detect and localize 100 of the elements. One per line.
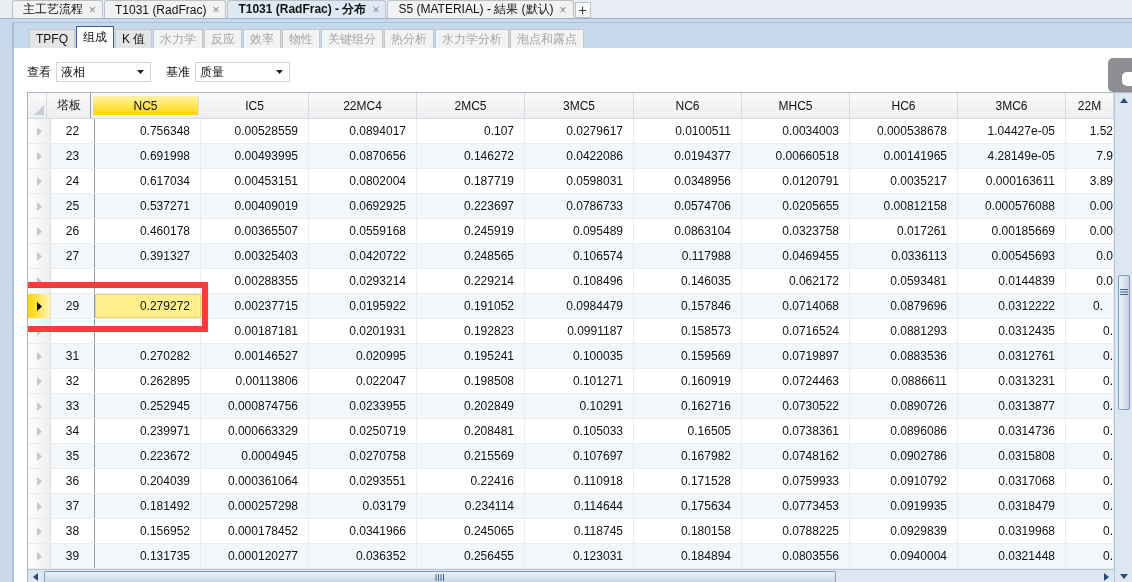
field-label: 查看 bbox=[27, 63, 51, 81]
table-cell: 0.00113806 bbox=[201, 369, 309, 393]
table-cell: 0.0312435 bbox=[958, 319, 1066, 343]
floating-widget-icon[interactable] bbox=[1108, 58, 1132, 92]
table-cell: 0.0919935 bbox=[850, 494, 958, 518]
table-cell: 0.0902786 bbox=[850, 444, 958, 468]
table-cell: 0.248565 bbox=[417, 244, 525, 268]
table-cell: 0.00325403 bbox=[201, 244, 309, 268]
dropdown[interactable]: 液相 bbox=[56, 62, 151, 82]
table-cell: 0.157846 bbox=[634, 294, 742, 318]
scroll-left-icon[interactable] bbox=[32, 572, 40, 582]
table-cell: 0.0323758 bbox=[742, 219, 850, 243]
horizontal-scrollbar[interactable] bbox=[28, 569, 1114, 582]
table-cell: 0.0319968 bbox=[958, 519, 1066, 543]
table-cell: 0.0716524 bbox=[742, 319, 850, 343]
table-cell: 0.0034003 bbox=[742, 119, 850, 143]
table-cell: 0.16505 bbox=[634, 419, 742, 443]
table-cell: 0.0100511 bbox=[634, 119, 742, 143]
table-cell: 0.110918 bbox=[525, 469, 634, 493]
table-cell: 0.0348956 bbox=[634, 169, 742, 193]
table-cell: 0.391327 bbox=[95, 244, 201, 268]
table-cell: 0.0004945 bbox=[201, 444, 309, 468]
table-cell: 0.00237715 bbox=[201, 294, 309, 318]
document-tab[interactable]: T1031 (RadFrac) - 分布 × bbox=[227, 0, 387, 18]
table-cell: 0.204039 bbox=[95, 469, 201, 493]
table-cell: 0.0422086 bbox=[525, 144, 634, 168]
row-header[interactable] bbox=[28, 294, 51, 318]
add-tab-button[interactable]: + bbox=[574, 2, 591, 18]
table-cell: 0.0940004 bbox=[850, 544, 958, 568]
table-cell: 0.181492 bbox=[95, 494, 201, 518]
table-cell: 0.00528559 bbox=[201, 119, 309, 143]
table-cell: 0.175634 bbox=[634, 494, 742, 518]
column-header[interactable]: NC5 bbox=[93, 96, 199, 115]
table-cell: 0.0195922 bbox=[309, 294, 417, 318]
column-header[interactable]: 22MC4 bbox=[309, 93, 417, 118]
table-cell: 0.0890726 bbox=[850, 394, 958, 418]
column-header[interactable]: HC6 bbox=[850, 93, 958, 118]
table-cell: 0.229214 bbox=[417, 269, 525, 293]
row-pointer-icon bbox=[36, 451, 42, 461]
table-cell: 0.000120277 bbox=[201, 544, 309, 568]
caret-icon bbox=[137, 70, 144, 74]
table-cell: 0.0730522 bbox=[742, 394, 850, 418]
table-cell: 0.0420722 bbox=[309, 244, 417, 268]
column-header[interactable]: MHC5 bbox=[742, 93, 850, 118]
table-cell: 32 bbox=[51, 369, 95, 393]
tab[interactable]: K 值 bbox=[115, 29, 153, 48]
scrollbar-thumb[interactable] bbox=[1117, 275, 1130, 410]
table-cell: 0.000163611 bbox=[958, 169, 1066, 193]
document-tab[interactable]: 主工艺流程 × bbox=[12, 0, 103, 18]
table-cell: 0.0724463 bbox=[742, 369, 850, 393]
scrollbar-thumb[interactable] bbox=[44, 570, 836, 582]
table-cell: 0.223697 bbox=[417, 194, 525, 218]
table-cell: 0.10291 bbox=[525, 394, 634, 418]
table-cell: 0.036352 bbox=[309, 544, 417, 568]
column-header[interactable]: 塔板 bbox=[47, 93, 91, 118]
table-cell: 0.0788225 bbox=[742, 519, 850, 543]
table-cell: 0.000576088 bbox=[958, 194, 1066, 218]
table-cell: 4.28149e-05 bbox=[958, 144, 1066, 168]
table-cell: 0.0714068 bbox=[742, 294, 850, 318]
table-cell: 0.156952 bbox=[95, 519, 201, 543]
row-pointer-icon bbox=[36, 426, 42, 436]
row-pointer-icon bbox=[36, 251, 42, 261]
dropdown[interactable]: 质量 bbox=[195, 62, 290, 82]
table-cell: 0.0802004 bbox=[309, 169, 417, 193]
table-cell: 0.756348 bbox=[95, 119, 201, 143]
document-tab[interactable]: S5 (MATERIAL) - 結果 (默认) × bbox=[387, 0, 574, 18]
column-header[interactable]: 3MC5 bbox=[525, 93, 634, 118]
column-header[interactable]: IC5 bbox=[201, 93, 309, 118]
table-cell: 0.107 bbox=[417, 119, 525, 143]
table-cell: 0.0250719 bbox=[309, 419, 417, 443]
column-header[interactable]: NC6 bbox=[634, 93, 742, 118]
table-cell: 0.118745 bbox=[525, 519, 634, 543]
table-cell: 0.215569 bbox=[417, 444, 525, 468]
table-cell: 0.162716 bbox=[634, 394, 742, 418]
table-cell: 0.0692925 bbox=[309, 194, 417, 218]
scroll-right-icon[interactable] bbox=[1102, 572, 1110, 582]
table-cell: 31 bbox=[51, 344, 95, 368]
table-cell: 0.022047 bbox=[309, 369, 417, 393]
tab[interactable]: 组成 bbox=[76, 26, 114, 48]
table-cell: 0.0336113 bbox=[850, 244, 958, 268]
table-cell: 0.0870656 bbox=[309, 144, 417, 168]
document-tab[interactable]: T1031 (RadFrac) × bbox=[104, 0, 227, 18]
row-pointer-icon bbox=[36, 226, 42, 236]
scroll-down-icon[interactable] bbox=[1118, 572, 1129, 580]
tab[interactable]: TPFQ bbox=[29, 29, 75, 48]
table-cell: 0.180158 bbox=[634, 519, 742, 543]
table-cell: 0.123031 bbox=[525, 544, 634, 568]
table-cell: 0.0786733 bbox=[525, 194, 634, 218]
table-cell: 39 bbox=[51, 544, 95, 568]
table-cell: 0.0984479 bbox=[525, 294, 634, 318]
vertical-scrollbar[interactable] bbox=[1114, 93, 1132, 582]
column-header[interactable]: 2MC5 bbox=[417, 93, 525, 118]
table-cell: 0.0279617 bbox=[525, 119, 634, 143]
scroll-up-icon[interactable] bbox=[1118, 97, 1129, 105]
table-cell: 0.0313231 bbox=[958, 369, 1066, 393]
table-cell: 0.0318479 bbox=[958, 494, 1066, 518]
caret-icon bbox=[276, 70, 283, 74]
table-cell: 0.245919 bbox=[417, 219, 525, 243]
table-cell: 0.0315808 bbox=[958, 444, 1066, 468]
column-header[interactable]: 3MC6 bbox=[958, 93, 1066, 118]
